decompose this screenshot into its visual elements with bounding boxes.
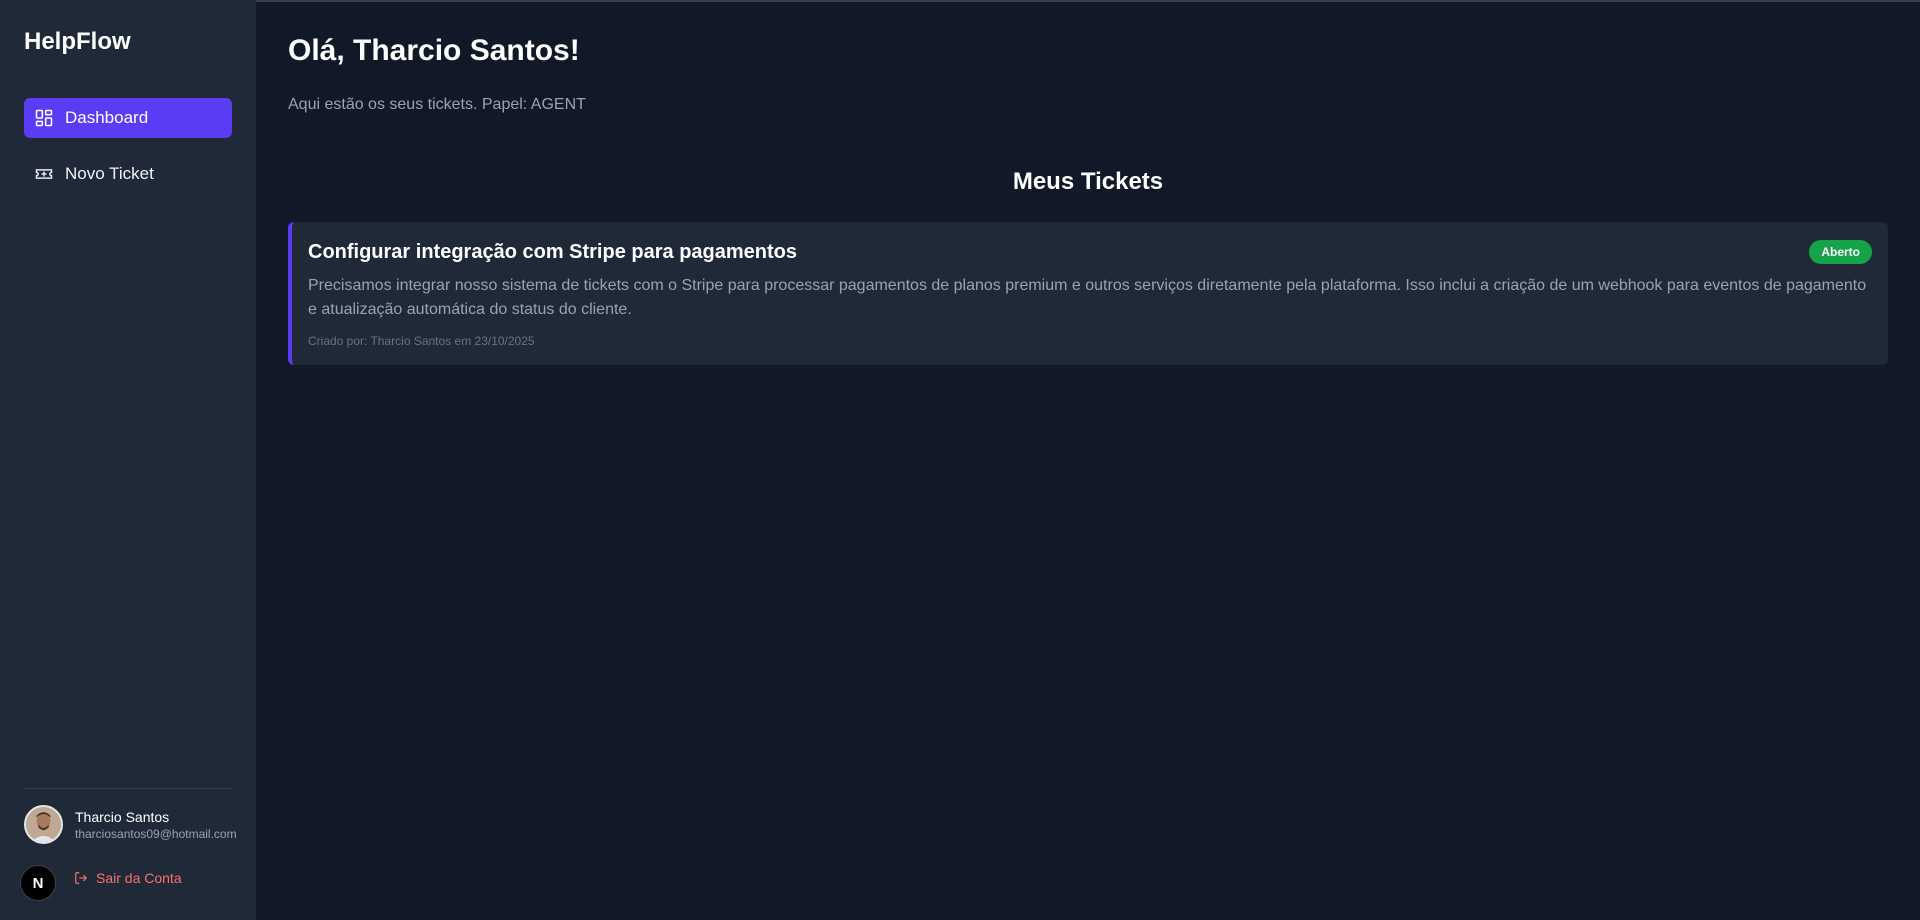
ticket-card[interactable]: Configurar integração com Stripe para pa… xyxy=(288,222,1888,365)
sidebar-item-novo-ticket[interactable]: Novo Ticket xyxy=(24,154,232,194)
avatar xyxy=(24,805,63,844)
main-content: Olá, Tharcio Santos! Aqui estão os seus … xyxy=(256,0,1920,920)
user-email: tharciosantos09@hotmail.com xyxy=(75,826,237,841)
ticket-meta: Criado por: Tharcio Santos em 23/10/2025 xyxy=(308,334,535,348)
sidebar-item-label: Novo Ticket xyxy=(65,164,154,183)
logout-icon xyxy=(75,872,88,884)
ticket-icon xyxy=(34,164,54,184)
sidebar: HelpFlow Dashboard Novo Ticket Tharcio S… xyxy=(0,0,256,920)
dashboard-icon xyxy=(34,108,54,128)
sidebar-item-label: Dashboard xyxy=(65,108,149,127)
logout-button[interactable]: Sair da Conta xyxy=(74,870,182,886)
app-shell: HelpFlow Dashboard Novo Ticket Tharcio S… xyxy=(0,0,1920,920)
page-subtitle: Aqui estão os seus tickets. Papel: AGENT xyxy=(288,96,586,113)
dev-tools-badge[interactable]: N xyxy=(20,865,56,901)
user-info: Tharcio Santos tharciosantos09@hotmail.c… xyxy=(75,808,237,842)
logout-label: Sair da Conta xyxy=(96,870,182,886)
sidebar-item-dashboard[interactable]: Dashboard xyxy=(24,98,232,138)
brand-logo[interactable]: HelpFlow xyxy=(24,28,131,56)
user-profile: Tharcio Santos tharciosantos09@hotmail.c… xyxy=(24,805,237,844)
ticket-description: Precisamos integrar nosso sistema de tic… xyxy=(308,277,1867,318)
user-name: Tharcio Santos xyxy=(75,808,170,825)
page-title: Olá, Tharcio Santos! xyxy=(288,34,580,67)
ticket-title: Configurar integração com Stripe para pa… xyxy=(308,241,797,263)
status-badge: Aberto xyxy=(1809,240,1872,264)
sidebar-divider xyxy=(24,788,232,789)
section-title: Meus Tickets xyxy=(1012,168,1164,195)
sidebar-nav: Dashboard Novo Ticket xyxy=(24,98,232,210)
